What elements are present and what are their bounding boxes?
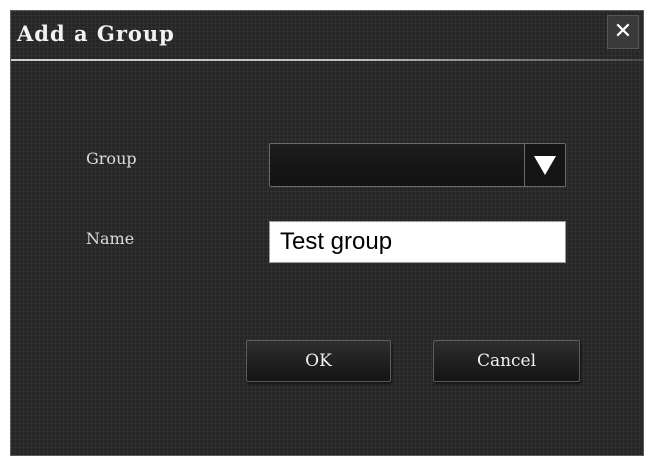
close-icon: ✕ xyxy=(613,19,633,44)
add-group-dialog: Add a Group ✕ Group Name OK Cancel xyxy=(10,10,644,456)
title-divider xyxy=(11,59,643,61)
chevron-down-icon xyxy=(534,155,556,175)
cancel-button[interactable]: Cancel xyxy=(433,340,580,382)
group-label: Group xyxy=(86,149,137,168)
close-button[interactable]: ✕ xyxy=(607,15,639,49)
name-input[interactable] xyxy=(269,221,566,263)
dialog-titlebar: Add a Group ✕ xyxy=(11,11,643,61)
name-label: Name xyxy=(86,229,135,248)
dialog-title: Add a Group xyxy=(17,21,175,46)
dropdown-arrow-button[interactable] xyxy=(524,144,565,186)
group-dropdown[interactable] xyxy=(269,143,566,187)
ok-button[interactable]: OK xyxy=(246,340,391,382)
